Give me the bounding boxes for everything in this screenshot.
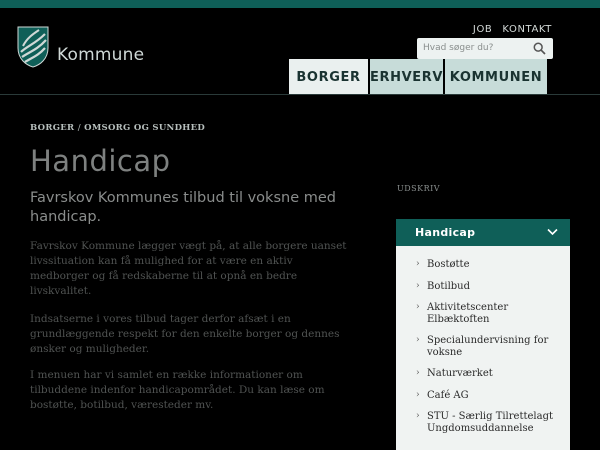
chevron-right-icon: › <box>416 259 420 269</box>
chevron-right-icon: › <box>416 302 420 312</box>
kontakt-link[interactable]: KONTAKT <box>502 24 552 35</box>
breadcrumb-item-borger[interactable]: BORGER <box>30 123 74 133</box>
sidebar-item-specialundervisning[interactable]: › Specialundervisning for voksne <box>396 335 570 358</box>
sidebar-item-label: Botilbud <box>427 280 471 292</box>
tab-kommunen[interactable]: KOMMUNEN <box>445 59 547 95</box>
sidebar-item-label: STU - Særlig Tilrettelagt Ungdomsuddanne… <box>427 411 553 434</box>
print-link[interactable]: UDSKRIV <box>397 184 440 193</box>
site-header: Kommune JOB KONTAKT BORGER ERHVERV KOMMU… <box>0 8 600 95</box>
sidebar-menu-title: Handicap <box>415 226 476 239</box>
tab-borger[interactable]: BORGER <box>289 59 368 95</box>
body-paragraph-2: Indsatserne i vores tilbud tager derfor … <box>30 313 340 355</box>
chevron-right-icon: › <box>416 335 420 345</box>
lead-paragraph: Favrskov Kommunes tilbud til voksne med … <box>30 190 336 225</box>
sidebar-item-cafe-ag[interactable]: › Café AG <box>396 390 570 402</box>
chevron-down-icon[interactable] <box>547 228 558 236</box>
sidebar-menu: › Bostøtte › Botilbud › Aktivitetscenter El… <box>396 246 570 450</box>
breadcrumb-item-omsorg[interactable]: OMSORG OG SUNDHED <box>84 123 205 133</box>
search-input[interactable] <box>423 41 523 55</box>
tab-erhverv[interactable]: ERHVERV <box>370 59 443 95</box>
sidebar-item-label: Aktivitetscenter Elbæktoften <box>427 302 509 325</box>
sidebar-item-label: Café AG <box>427 389 469 401</box>
page-title: Handicap <box>30 144 171 178</box>
sidebar-item-label: Naturværket <box>427 368 493 379</box>
utility-nav: JOB KONTAKT <box>473 24 552 35</box>
breadcrumb-separator: / <box>77 123 81 133</box>
body-paragraph-3: I menuen har vi samlet en række informat… <box>30 369 325 411</box>
sidebar-item-bostotte[interactable]: › Bostøtte <box>396 259 570 271</box>
body-paragraph-1: Favrskov Kommune lægger vægt på, at alle… <box>30 240 347 297</box>
shield-logo-icon[interactable] <box>17 26 49 68</box>
breadcrumb: BORGER / OMSORG OG SUNDHED <box>30 123 205 133</box>
sidebar-item-label: Specialundervisning for voksne <box>427 335 549 358</box>
search-box <box>417 38 553 59</box>
main-nav: BORGER ERHVERV KOMMUNEN <box>289 59 549 95</box>
search-icon[interactable] <box>533 42 546 55</box>
chevron-right-icon: › <box>416 368 420 378</box>
sidebar-item-naturvaerket[interactable]: › Naturværket <box>396 368 570 380</box>
sidebar-item-stu[interactable]: › STU - Særlig Tilrettelagt Ungdomsuddann… <box>396 411 570 434</box>
chevron-right-icon: › <box>416 280 420 291</box>
sidebar-menu-header[interactable]: Handicap <box>396 219 570 246</box>
header-divider <box>0 94 600 95</box>
top-accent-bar <box>0 0 600 8</box>
job-link[interactable]: JOB <box>473 24 492 35</box>
chevron-right-icon: › <box>416 411 420 421</box>
sidebar-item-aktivitetscenter[interactable]: › Aktivitetscenter Elbæktoften <box>396 302 570 325</box>
logo-text[interactable]: Kommune <box>57 45 144 65</box>
chevron-right-icon: › <box>416 389 420 400</box>
sidebar-item-label: Bostøtte <box>427 259 470 270</box>
sidebar-item-botilbud[interactable]: › Botilbud <box>396 281 570 293</box>
